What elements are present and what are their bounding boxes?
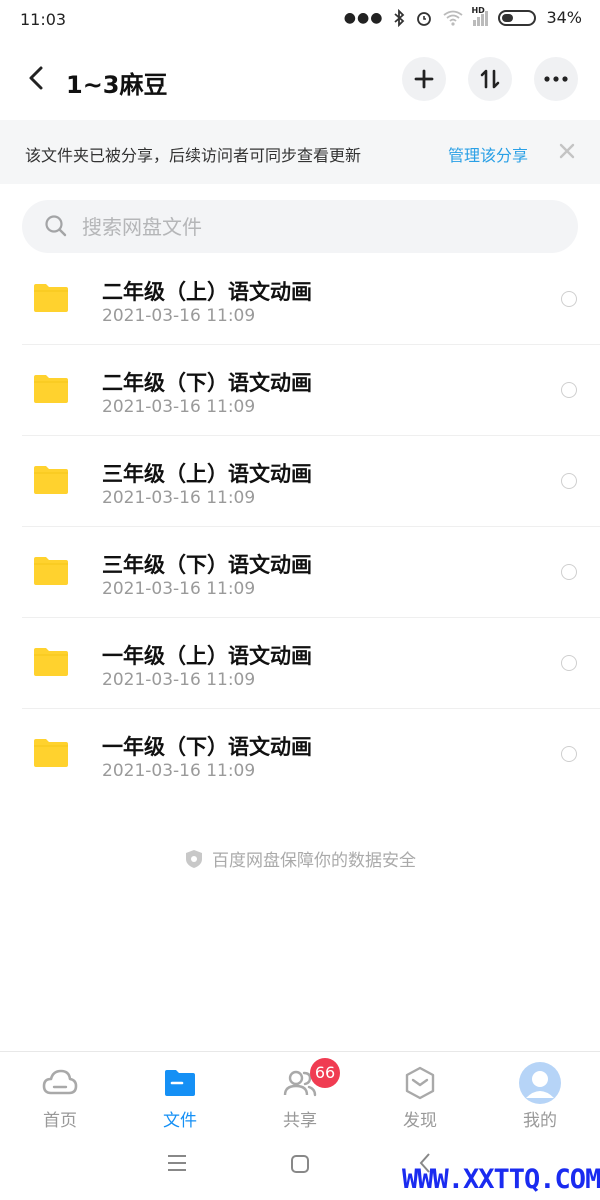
list-item[interactable]: 二年级（下）语文动画 2021-03-16 11:09 — [22, 345, 600, 436]
security-note-text: 百度网盘保障你的数据安全 — [212, 851, 416, 871]
file-name: 二年级（下）语文动画 — [102, 371, 312, 395]
watermark-text: WWW.XXTTQ.COM — [402, 1164, 600, 1195]
manage-share-link[interactable]: 管理该分享 — [448, 142, 528, 166]
security-note: 百度网盘保障你的数据安全 — [0, 846, 600, 871]
select-radio[interactable] — [561, 746, 577, 762]
tab-files[interactable]: 文件 — [120, 1052, 240, 1131]
list-item[interactable]: 一年级（下）语文动画 2021-03-16 11:09 — [22, 709, 600, 800]
folder-icon — [34, 739, 68, 767]
shield-icon — [186, 849, 202, 868]
tab-discover[interactable]: 发现 — [360, 1052, 480, 1131]
tab-profile[interactable]: 我的 — [480, 1052, 600, 1131]
select-radio[interactable] — [561, 655, 577, 671]
tab-label: 文件 — [163, 1111, 197, 1131]
more-button[interactable] — [534, 57, 578, 101]
more-dots-icon: ●●● — [343, 9, 384, 26]
select-radio[interactable] — [561, 382, 577, 398]
tab-label: 首页 — [43, 1111, 77, 1131]
list-item[interactable]: 三年级（上）语文动画 2021-03-16 11:09 — [22, 436, 600, 527]
file-date: 2021-03-16 11:09 — [102, 670, 256, 690]
folder-icon — [34, 648, 68, 676]
file-date: 2021-03-16 11:09 — [102, 579, 256, 599]
tab-home[interactable]: 首页 — [0, 1052, 120, 1131]
folder-icon — [34, 466, 68, 494]
more-icon — [544, 76, 568, 82]
signal-icon: HD — [471, 6, 489, 26]
add-button[interactable] — [402, 57, 446, 101]
close-icon[interactable] — [556, 140, 578, 162]
back-icon[interactable] — [24, 65, 50, 91]
share-banner: 该文件夹已被分享，后续访问者可同步查看更新 管理该分享 — [0, 120, 600, 184]
tab-label: 发现 — [403, 1111, 437, 1131]
list-item[interactable]: 三年级（下）语文动画 2021-03-16 11:09 — [22, 527, 600, 618]
select-radio[interactable] — [561, 473, 577, 489]
page-title: 1~3麻豆 — [66, 71, 168, 99]
sort-button[interactable] — [468, 57, 512, 101]
file-date: 2021-03-16 11:09 — [102, 761, 256, 781]
folder-icon — [34, 375, 68, 403]
file-name: 一年级（上）语文动画 — [102, 644, 312, 668]
file-name: 一年级（下）语文动画 — [102, 735, 312, 759]
sort-icon — [480, 69, 500, 89]
notification-badge: 66 — [310, 1058, 340, 1088]
file-name: 三年级（上）语文动画 — [102, 462, 312, 486]
discover-icon — [405, 1066, 435, 1100]
battery-icon — [498, 9, 537, 26]
status-bar: 11:03 ●●● HD 34% — [0, 0, 600, 38]
tab-label: 共享 — [283, 1111, 317, 1131]
bottom-tab-bar: 首页 文件 66 共享 发现 我的 — [0, 1051, 600, 1131]
file-date: 2021-03-16 11:09 — [102, 397, 256, 417]
search-bar[interactable] — [22, 200, 578, 253]
alarm-icon — [417, 11, 432, 26]
status-icons: ●●● HD 34% — [343, 6, 582, 28]
file-list: 二年级（上）语文动画 2021-03-16 11:09 二年级（下）语文动画 2… — [0, 254, 600, 800]
file-name: 三年级（下）语文动画 — [102, 553, 312, 577]
file-date: 2021-03-16 11:09 — [102, 488, 256, 508]
file-date: 2021-03-16 11:09 — [102, 306, 256, 326]
select-radio[interactable] — [561, 564, 577, 580]
status-time: 11:03 — [20, 10, 67, 29]
battery-percent: 34% — [546, 8, 582, 27]
avatar-icon — [519, 1062, 561, 1104]
share-message: 该文件夹已被分享，后续访问者可同步查看更新 — [25, 146, 362, 165]
cloud-icon — [42, 1069, 78, 1095]
search-icon — [45, 215, 67, 237]
home-icon[interactable] — [290, 1154, 310, 1174]
plus-icon — [414, 69, 434, 89]
tab-label: 我的 — [523, 1111, 557, 1131]
tab-share[interactable]: 66 共享 — [240, 1052, 360, 1131]
list-item[interactable]: 二年级（上）语文动画 2021-03-16 11:09 — [22, 254, 600, 345]
menu-icon[interactable] — [166, 1154, 188, 1172]
wifi-icon — [443, 10, 463, 26]
folder-icon — [34, 557, 68, 585]
list-item[interactable]: 一年级（上）语文动画 2021-03-16 11:09 — [22, 618, 600, 709]
header: 1~3麻豆 — [0, 45, 600, 115]
search-input[interactable] — [82, 200, 562, 253]
bluetooth-icon — [394, 8, 405, 27]
select-radio[interactable] — [561, 291, 577, 307]
folder-icon — [165, 1070, 195, 1096]
file-name: 二年级（上）语文动画 — [102, 280, 312, 304]
folder-icon — [34, 284, 68, 312]
